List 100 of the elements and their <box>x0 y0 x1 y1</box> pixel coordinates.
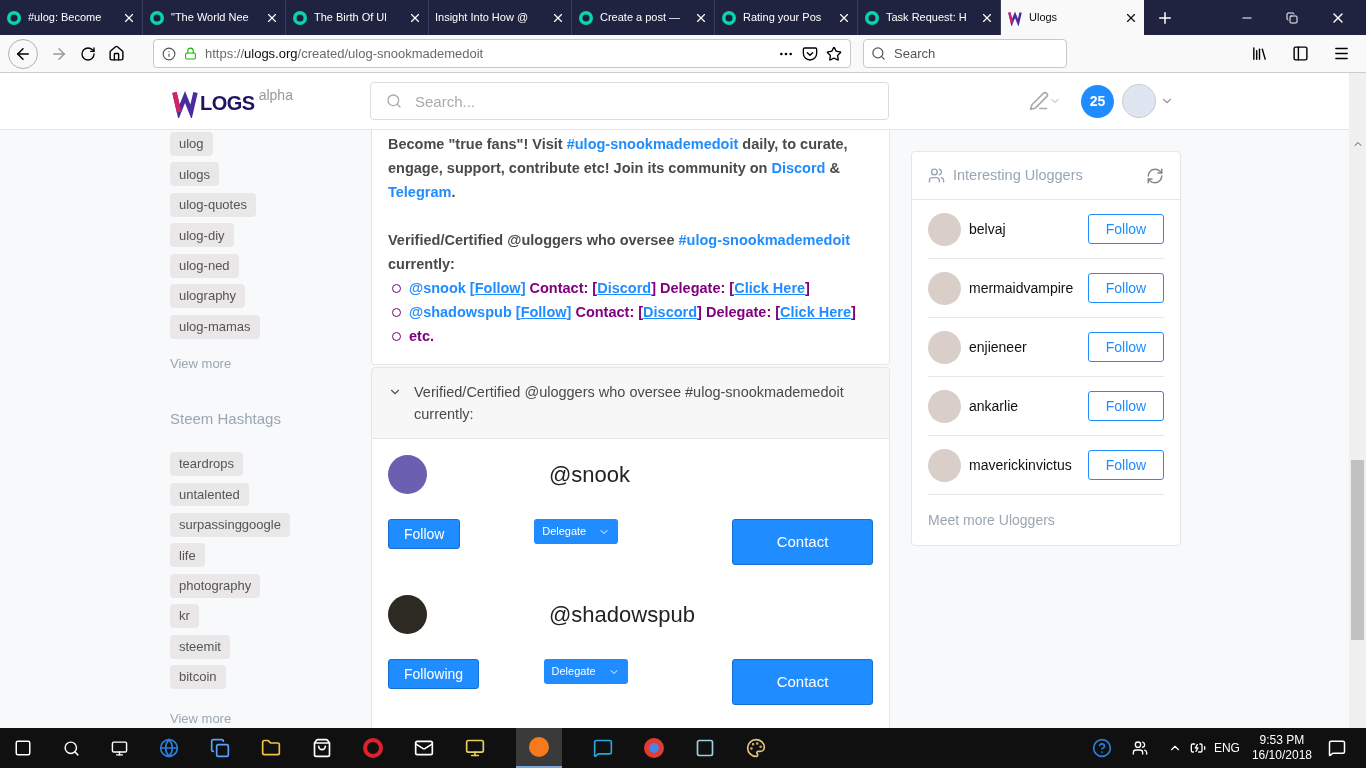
refresh-icon[interactable] <box>1146 166 1164 185</box>
contact-button[interactable]: Contact <box>732 659 873 705</box>
people-icon[interactable] <box>1131 740 1148 756</box>
ring-icon[interactable] <box>363 738 383 758</box>
link[interactable]: Follow <box>474 280 521 296</box>
tag-chip[interactable]: kr <box>170 604 199 629</box>
follow-button[interactable]: Follow <box>388 519 461 549</box>
tag-chip[interactable]: ulography <box>170 284 246 309</box>
tag-chip[interactable]: photography <box>170 573 261 598</box>
delegate-button[interactable]: Delegate <box>543 659 628 684</box>
list-item-text: etc. <box>409 327 434 346</box>
battery-icon[interactable] <box>1189 740 1206 756</box>
reload-icon[interactable] <box>80 45 96 62</box>
mail-icon[interactable] <box>414 738 434 758</box>
tab-title: Create a post — <box>600 10 682 26</box>
chat-icon[interactable] <box>593 738 613 758</box>
contact-button[interactable]: Contact <box>732 519 873 565</box>
follow-button[interactable]: Follow <box>1088 332 1164 362</box>
logo-icon <box>1007 9 1023 26</box>
tag-chip[interactable]: ulog-ned <box>170 253 239 278</box>
pocket-icon[interactable] <box>802 45 818 62</box>
windows-start-icon[interactable] <box>14 739 32 757</box>
address-bar[interactable]: https://ulogs.org/created/ulog-snookmademedoit <box>153 39 851 68</box>
delegate-button[interactable]: Delegate <box>534 519 619 544</box>
user-name[interactable]: maverickinvictus <box>969 454 1088 476</box>
tab-title: Rating your Pos <box>743 10 823 26</box>
site-icon <box>864 9 880 26</box>
tag-chip[interactable]: ulog-mamas <box>170 314 260 339</box>
accordion-header[interactable]: Verified/Certified @uloggers who oversee #ulog-snookmademedoit currently: <box>371 367 890 439</box>
library-icon[interactable] <box>1251 45 1268 62</box>
site-logo[interactable]: LOGS <box>170 87 255 118</box>
tag-chip[interactable]: steemit <box>170 634 230 659</box>
tag-chip[interactable]: surpassinggoogle <box>170 512 290 537</box>
site-icon <box>578 9 594 26</box>
menu-icon[interactable] <box>1333 45 1350 62</box>
pen-icon <box>1029 91 1049 111</box>
browser-search-field[interactable]: Search <box>863 39 1067 68</box>
avatar-placeholder <box>928 330 961 364</box>
folder-icon[interactable] <box>261 738 281 758</box>
tag-chip[interactable]: ulog <box>170 132 213 156</box>
tag-chip[interactable]: untalented <box>170 482 249 507</box>
list-item-text: @shadowspub [Follow] Contact: [Discord] Delegate: [Click Here] <box>409 303 856 322</box>
firefox-taskbar-button[interactable] <box>516 728 562 768</box>
avatar-placeholder <box>928 212 961 246</box>
user-name[interactable]: belvaj <box>969 218 1088 240</box>
url-text: https://ulogs.org/created/ulog-snookmademedoit <box>205 44 485 63</box>
member-handle[interactable]: @shadowspub <box>549 598 695 631</box>
search-icon[interactable] <box>63 739 80 757</box>
sidebar-icon[interactable] <box>1292 45 1309 62</box>
tag-chip[interactable]: teardrops <box>170 452 243 476</box>
browser-icon[interactable] <box>159 738 179 758</box>
language-indicator[interactable]: ENG <box>1213 739 1240 757</box>
tab-title: Ulogs <box>1029 10 1059 26</box>
tag-chip[interactable]: life <box>170 543 205 568</box>
site-search-field[interactable]: Search... <box>370 82 889 120</box>
network-monitor-icon[interactable] <box>465 738 485 758</box>
alpha-label: alpha <box>258 85 293 105</box>
tab-title: Task Request: H <box>886 10 968 26</box>
member-handle[interactable]: @snook <box>549 458 631 491</box>
site-icon <box>721 9 737 26</box>
user-name[interactable]: mermaidvampire <box>969 277 1088 299</box>
home-icon[interactable] <box>108 45 125 62</box>
tag-chip[interactable]: bitcoin <box>170 665 226 690</box>
tab-title: "The World Nee <box>171 10 250 26</box>
follow-button[interactable]: Following <box>388 659 480 689</box>
avatar-placeholder <box>388 595 427 634</box>
link[interactable]: Click Here <box>734 280 806 296</box>
task-view-icon[interactable] <box>111 739 128 757</box>
avatar-placeholder <box>388 455 427 494</box>
scroll-thumb[interactable] <box>1351 460 1364 640</box>
link[interactable]: Follow <box>520 304 567 320</box>
store-icon[interactable] <box>312 738 332 758</box>
user-name[interactable]: enjieneer <box>969 336 1088 358</box>
notifications-icon[interactable] <box>1328 739 1346 757</box>
clock[interactable]: 9:53 PM 16/10/2018 <box>1251 733 1312 763</box>
tag-chip[interactable]: ulogs <box>170 162 220 187</box>
follow-button[interactable]: Follow <box>1088 214 1164 244</box>
link[interactable]: Discord <box>643 304 698 320</box>
follow-button[interactable]: Follow <box>1088 273 1164 303</box>
link[interactable]: Click Here <box>780 304 851 320</box>
site-icon <box>292 9 308 26</box>
user-name[interactable]: ankarlie <box>969 395 1088 417</box>
post-paragraph: Become "true fans"! Visit #ulog-snookmademedoit daily, to curate, engage, support, contribute etc! Join its community on Discord & Telegram. <box>388 135 849 202</box>
browser-tab[interactable]: Ulogs <box>1001 0 1144 35</box>
search-icon <box>386 93 402 109</box>
tab-title: The Birth Of Ul <box>314 10 388 26</box>
help-icon[interactable] <box>1091 738 1112 758</box>
info-icon <box>162 46 176 61</box>
tag-chip[interactable]: ulog-diy <box>170 223 234 248</box>
search-icon <box>871 46 886 61</box>
bookmark-star-icon[interactable] <box>826 45 842 62</box>
follow-button[interactable]: Follow <box>1088 450 1164 480</box>
notification-badge[interactable]: 25 <box>1081 84 1114 118</box>
avatar-placeholder <box>928 448 961 482</box>
follow-button[interactable]: Follow <box>1088 391 1164 421</box>
tag-chip[interactable]: ulog-quotes <box>170 192 256 217</box>
link[interactable]: Discord <box>597 280 652 296</box>
palette-icon[interactable] <box>746 738 766 758</box>
avatar-placeholder <box>928 271 961 305</box>
restore-icon[interactable] <box>1286 11 1298 24</box>
